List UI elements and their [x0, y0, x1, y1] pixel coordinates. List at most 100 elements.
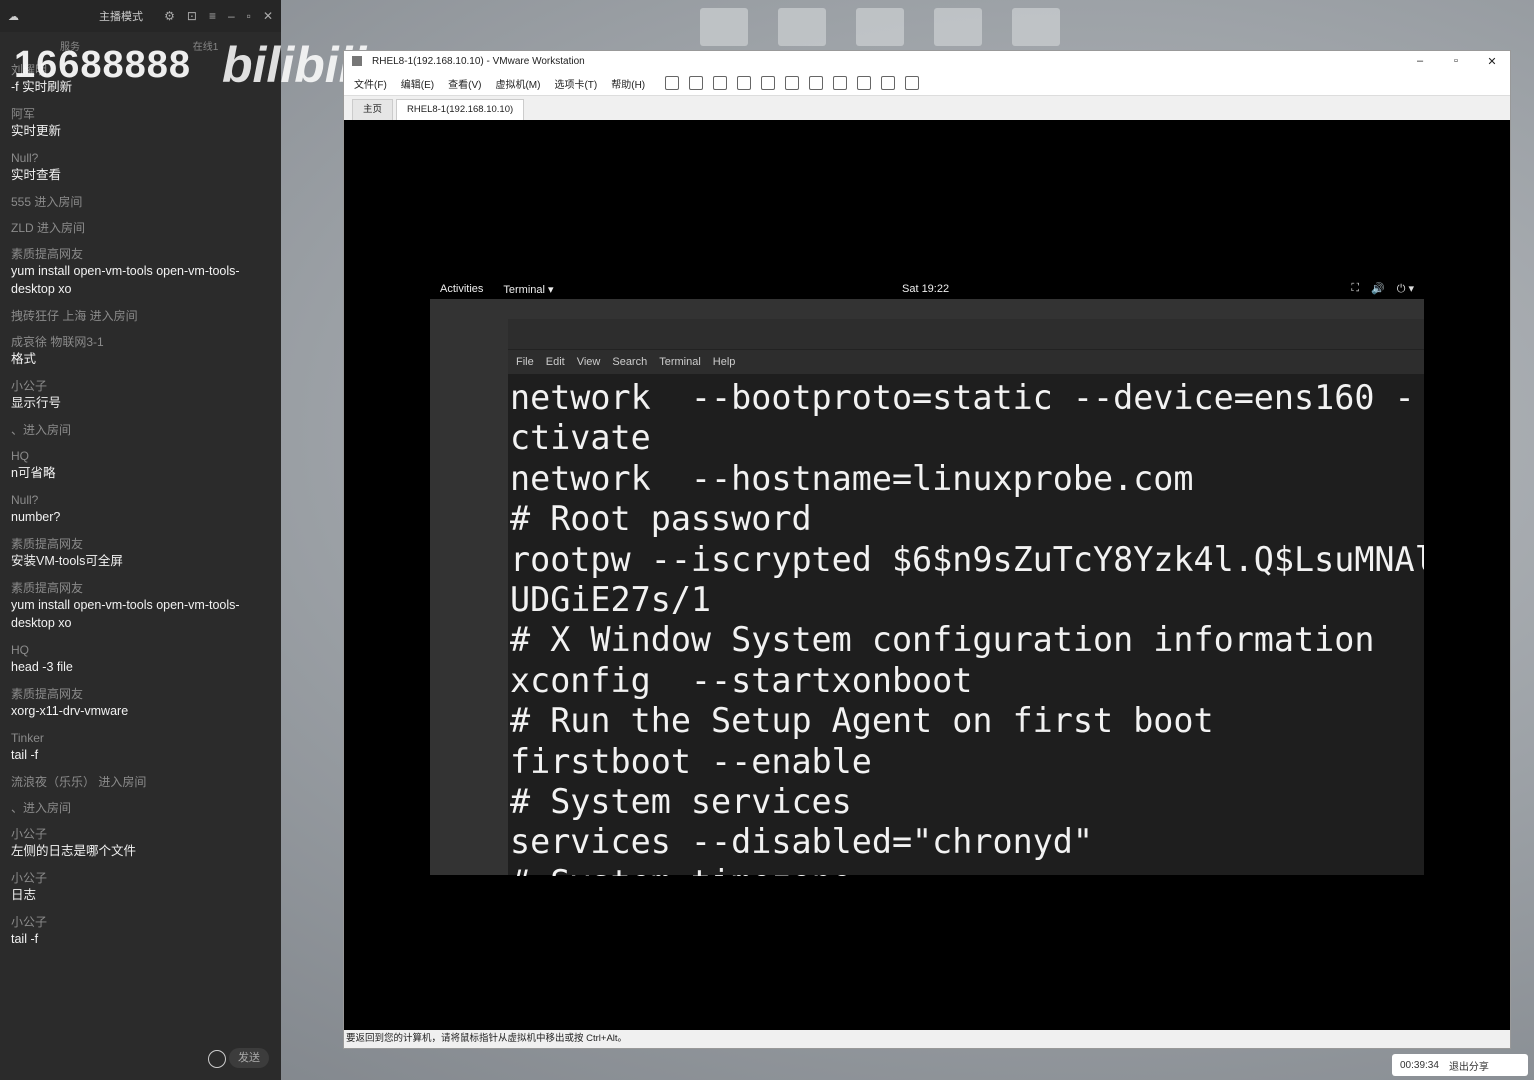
vmware-statusbar: 要返回到您的计算机，请将鼠标指针从虚拟机中移出或按 Ctrl+Alt。 [344, 1030, 1510, 1048]
chat-message-list[interactable]: 刘耀明 -f 实时刷新 阿军 实时更新 Null? 实时查看 555 进入房间 ZLD 进入房… [11, 62, 273, 958]
chat-message: 、进入房间 [11, 422, 273, 438]
terminal-line: xconfig --startxonboot [510, 660, 973, 700]
thumbnail-icon[interactable] [809, 76, 824, 90]
chat-message: 素质提高网友 xorg-x11-drv-vmware [11, 686, 273, 720]
chat-username[interactable]: 素质提高网友 [11, 536, 273, 552]
minimize-icon[interactable]: – [228, 9, 235, 23]
menu-help[interactable]: 帮助(H) [611, 76, 645, 91]
chat-username[interactable]: ZLD 进入房间 [11, 220, 273, 236]
terminal-line: services --disabled="chronyd" [510, 822, 1093, 862]
fullscreen-icon[interactable] [833, 76, 848, 90]
chat-username[interactable]: 小公子 [11, 826, 273, 842]
chat-message: 流浪夜（乐乐） 进入房间 [11, 774, 273, 790]
volume-icon[interactable]: 🔊 [1371, 282, 1385, 296]
terminal-line: # System timezone [510, 863, 1424, 876]
console-view-icon[interactable] [881, 76, 896, 90]
chat-text: head -3 file [11, 660, 73, 674]
pause-icon[interactable] [665, 76, 680, 90]
menu-view[interactable]: 查看(V) [448, 76, 481, 91]
close-button[interactable]: ✕ [1474, 55, 1510, 68]
terminal-line: ctivate [510, 418, 651, 458]
chat-username[interactable]: 小公子 [11, 378, 273, 394]
chat-username[interactable]: 小公子 [11, 914, 273, 930]
menu-tabs[interactable]: 选项卡(T) [554, 76, 597, 91]
settings-icon[interactable]: ⚙ [164, 9, 175, 23]
chat-username[interactable]: 素质提高网友 [11, 580, 273, 596]
chat-text: tail -f [11, 932, 39, 946]
chat-username[interactable]: Null? [11, 492, 273, 508]
send-button[interactable]: 发送 [229, 1048, 269, 1068]
chat-username[interactable]: 成哀徐 物联网3-1 [11, 334, 273, 350]
chat-username[interactable]: HQ [11, 642, 273, 658]
term-menu-search[interactable]: Search [612, 356, 647, 368]
desktop-shortcut-icon[interactable] [934, 8, 982, 46]
chat-username[interactable]: 、进入房间 [11, 800, 273, 816]
chat-username[interactable]: 拽砖狂仔 上海 进入房间 [11, 308, 273, 324]
menu-icon[interactable]: ≡ [209, 9, 216, 23]
term-menu-view[interactable]: View [577, 356, 601, 368]
chat-username[interactable]: 素质提高网友 [11, 246, 273, 262]
menu-edit[interactable]: 编辑(E) [401, 76, 434, 91]
term-menu-file[interactable]: File [516, 356, 534, 368]
emoji-icon[interactable] [208, 1050, 226, 1068]
recording-time: 00:39:34 [1400, 1059, 1439, 1071]
activities-button[interactable]: Activities [440, 283, 483, 295]
desktop-shortcut-icon[interactable] [1012, 8, 1060, 46]
snapshot-manager-icon[interactable] [761, 76, 776, 90]
term-menu-terminal[interactable]: Terminal [659, 356, 701, 368]
term-menu-help[interactable]: Help [713, 356, 736, 368]
chat-message: HQ n可省略 [11, 448, 273, 482]
chat-message: 成哀徐 物联网3-1 格式 [11, 334, 273, 368]
sidebar-toggle-icon[interactable] [785, 76, 800, 90]
chat-message: 小公子 日志 [11, 870, 273, 904]
maximize-button[interactable]: ▫ [1438, 55, 1474, 68]
vmware-titlebar: RHEL8-1(192.168.10.10) - VMware Workstat… [344, 51, 1510, 71]
revert-snapshot-icon[interactable] [737, 76, 752, 90]
chat-text: number? [11, 510, 61, 524]
stretch-icon[interactable] [905, 76, 920, 90]
chat-message: 素质提高网友 yum install open-vm-tools open-vm-… [11, 580, 273, 632]
close-icon[interactable]: ✕ [263, 9, 273, 23]
desktop-shortcut-icon[interactable] [856, 8, 904, 46]
chat-message: 、进入房间 [11, 800, 273, 816]
tab-rhel8-1[interactable]: RHEL8-1(192.168.10.10) [396, 99, 525, 120]
terminal-output[interactable]: network --bootproto=static --device=ens1… [508, 374, 1424, 876]
terminal-window: File Edit View Search Terminal Help netw… [508, 319, 1424, 876]
gnome-topbar: Activities Terminal ▾ Sat 19:22 ⛶ 🔊 ⏻ ▾ [430, 279, 1424, 299]
chat-message: ZLD 进入房间 [11, 220, 273, 236]
vm-console[interactable]: Activities Terminal ▾ Sat 19:22 ⛶ 🔊 ⏻ ▾ … [344, 123, 1510, 1028]
maximize-icon[interactable]: ▫ [247, 9, 251, 23]
chat-text: yum install open-vm-tools open-vm-tools-… [11, 264, 240, 296]
chat-text: 格式 [11, 352, 37, 366]
chat-text: 日志 [11, 888, 37, 902]
snapshot-icon[interactable] [713, 76, 728, 90]
send-ctrl-alt-del-icon[interactable] [689, 76, 704, 90]
chat-username[interactable]: 流浪夜（乐乐） 进入房间 [11, 774, 273, 790]
menu-file[interactable]: 文件(F) [354, 76, 387, 91]
chat-username[interactable]: 555 进入房间 [11, 194, 273, 210]
exit-share-button[interactable]: 退出分享 [1449, 1058, 1489, 1073]
tab-home[interactable]: 主页 [352, 99, 394, 120]
chat-text: 显示行号 [11, 396, 62, 410]
unity-icon[interactable] [857, 76, 872, 90]
chat-username[interactable]: Null? [11, 150, 273, 166]
chat-username[interactable]: 、进入房间 [11, 422, 273, 438]
power-icon[interactable]: ⏻ ▾ [1397, 282, 1414, 296]
chat-title: 主播模式 [99, 11, 143, 23]
desktop-shortcut-icon[interactable] [700, 8, 748, 46]
clock[interactable]: Sat 19:22 [902, 283, 949, 295]
chat-message: 素质提高网友 yum install open-vm-tools open-vm-… [11, 246, 273, 298]
network-icon[interactable]: ⛶ [1351, 282, 1359, 296]
minimize-button[interactable]: – [1402, 55, 1438, 68]
chat-username[interactable]: 阿军 [11, 106, 273, 122]
app-menu[interactable]: Terminal ▾ [503, 283, 553, 296]
pin-icon[interactable]: ⊡ [187, 9, 197, 23]
desktop-shortcut-icon[interactable] [778, 8, 826, 46]
chat-username[interactable]: HQ [11, 448, 273, 464]
term-menu-edit[interactable]: Edit [546, 356, 565, 368]
chat-username[interactable]: Tinker [11, 730, 273, 746]
chat-username[interactable]: 小公子 [11, 870, 273, 886]
chat-username[interactable]: 素质提高网友 [11, 686, 273, 702]
desktop-icons [700, 8, 1060, 46]
menu-vm[interactable]: 虚拟机(M) [495, 76, 540, 91]
